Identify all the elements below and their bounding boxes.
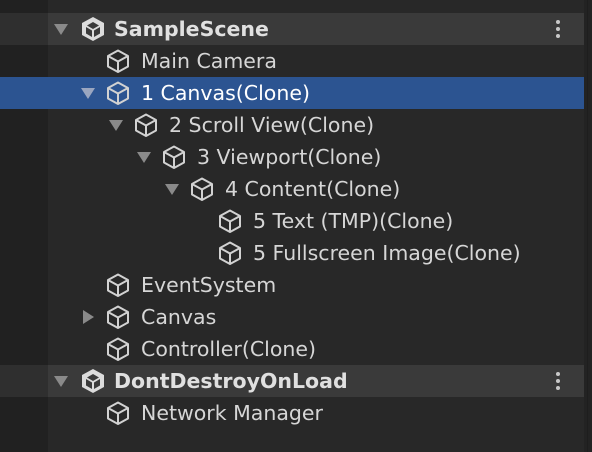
hierarchy-item-label: 3 Viewport(Clone) bbox=[197, 145, 382, 169]
cube-icon bbox=[105, 336, 131, 362]
hierarchy-item-row[interactable]: Network Manager bbox=[0, 397, 584, 429]
cube-icon bbox=[105, 304, 131, 330]
menu-dot bbox=[556, 20, 560, 24]
hierarchy-item-row[interactable]: Main Camera bbox=[0, 45, 584, 77]
scene-name-label: DontDestroyOnLoad bbox=[114, 369, 348, 393]
hierarchy-item-label: 4 Content(Clone) bbox=[225, 177, 401, 201]
hierarchy-item-label: EventSystem bbox=[141, 273, 277, 297]
scene-header-row[interactable]: DontDestroyOnLoad bbox=[0, 365, 584, 397]
cube-icon bbox=[133, 112, 159, 138]
hierarchy-item-row[interactable]: 1 Canvas(Clone) bbox=[0, 77, 584, 109]
hierarchy-item-label: 5 Fullscreen Image(Clone) bbox=[253, 241, 521, 265]
scene-header-gutter bbox=[0, 13, 48, 45]
menu-dot bbox=[556, 34, 560, 38]
hierarchy-item-row[interactable]: 2 Scroll View(Clone) bbox=[0, 109, 584, 141]
cube-icon bbox=[217, 208, 243, 234]
kebab-menu-icon[interactable] bbox=[553, 372, 563, 390]
expand-arrow-icon[interactable] bbox=[137, 152, 151, 163]
menu-dot bbox=[556, 27, 560, 31]
scene-header-row[interactable]: SampleScene bbox=[0, 13, 584, 45]
expand-arrow-icon[interactable] bbox=[54, 24, 68, 35]
cube-icon bbox=[105, 48, 131, 74]
hierarchy-item-label: 1 Canvas(Clone) bbox=[141, 81, 310, 105]
hierarchy-item-row[interactable]: 4 Content(Clone) bbox=[0, 173, 584, 205]
kebab-menu-icon[interactable] bbox=[553, 20, 563, 38]
expand-arrow-icon[interactable] bbox=[109, 120, 123, 131]
expand-arrow-icon[interactable] bbox=[54, 376, 68, 387]
cube-icon bbox=[105, 400, 131, 426]
hierarchy-item-label: 5 Text (TMP)(Clone) bbox=[253, 209, 454, 233]
menu-dot bbox=[556, 386, 560, 390]
collapse-arrow-icon[interactable] bbox=[83, 310, 94, 324]
hierarchy-item-row[interactable]: 3 Viewport(Clone) bbox=[0, 141, 584, 173]
hierarchy-item-label: Main Camera bbox=[141, 49, 277, 73]
hierarchy-item-row[interactable]: 5 Text (TMP)(Clone) bbox=[0, 205, 584, 237]
hierarchy-item-label: 2 Scroll View(Clone) bbox=[169, 113, 375, 137]
scene-name-label: SampleScene bbox=[114, 17, 269, 41]
hierarchy-item-row[interactable]: Canvas bbox=[0, 301, 584, 333]
expand-arrow-icon[interactable] bbox=[165, 184, 179, 195]
hierarchy-item-row[interactable]: 5 Fullscreen Image(Clone) bbox=[0, 237, 584, 269]
cube-icon bbox=[161, 144, 187, 170]
hierarchy-item-row[interactable]: EventSystem bbox=[0, 269, 584, 301]
hierarchy-item-label: Network Manager bbox=[141, 401, 323, 425]
expand-arrow-icon[interactable] bbox=[81, 88, 95, 99]
hierarchy-item-label: Controller(Clone) bbox=[141, 337, 316, 361]
unity-scene-icon bbox=[80, 16, 106, 42]
hierarchy-item-label: Canvas bbox=[141, 305, 217, 329]
hierarchy-item-row[interactable]: Controller(Clone) bbox=[0, 333, 584, 365]
scrollbar-track bbox=[587, 0, 588, 452]
scene-header-gutter bbox=[0, 365, 48, 397]
unity-scene-icon bbox=[80, 368, 106, 394]
cube-icon bbox=[189, 176, 215, 202]
cube-icon bbox=[217, 240, 243, 266]
cube-icon bbox=[105, 80, 131, 106]
hierarchy-scrollbar[interactable] bbox=[584, 0, 592, 452]
menu-dot bbox=[556, 379, 560, 383]
cube-icon bbox=[105, 272, 131, 298]
menu-dot bbox=[556, 372, 560, 376]
